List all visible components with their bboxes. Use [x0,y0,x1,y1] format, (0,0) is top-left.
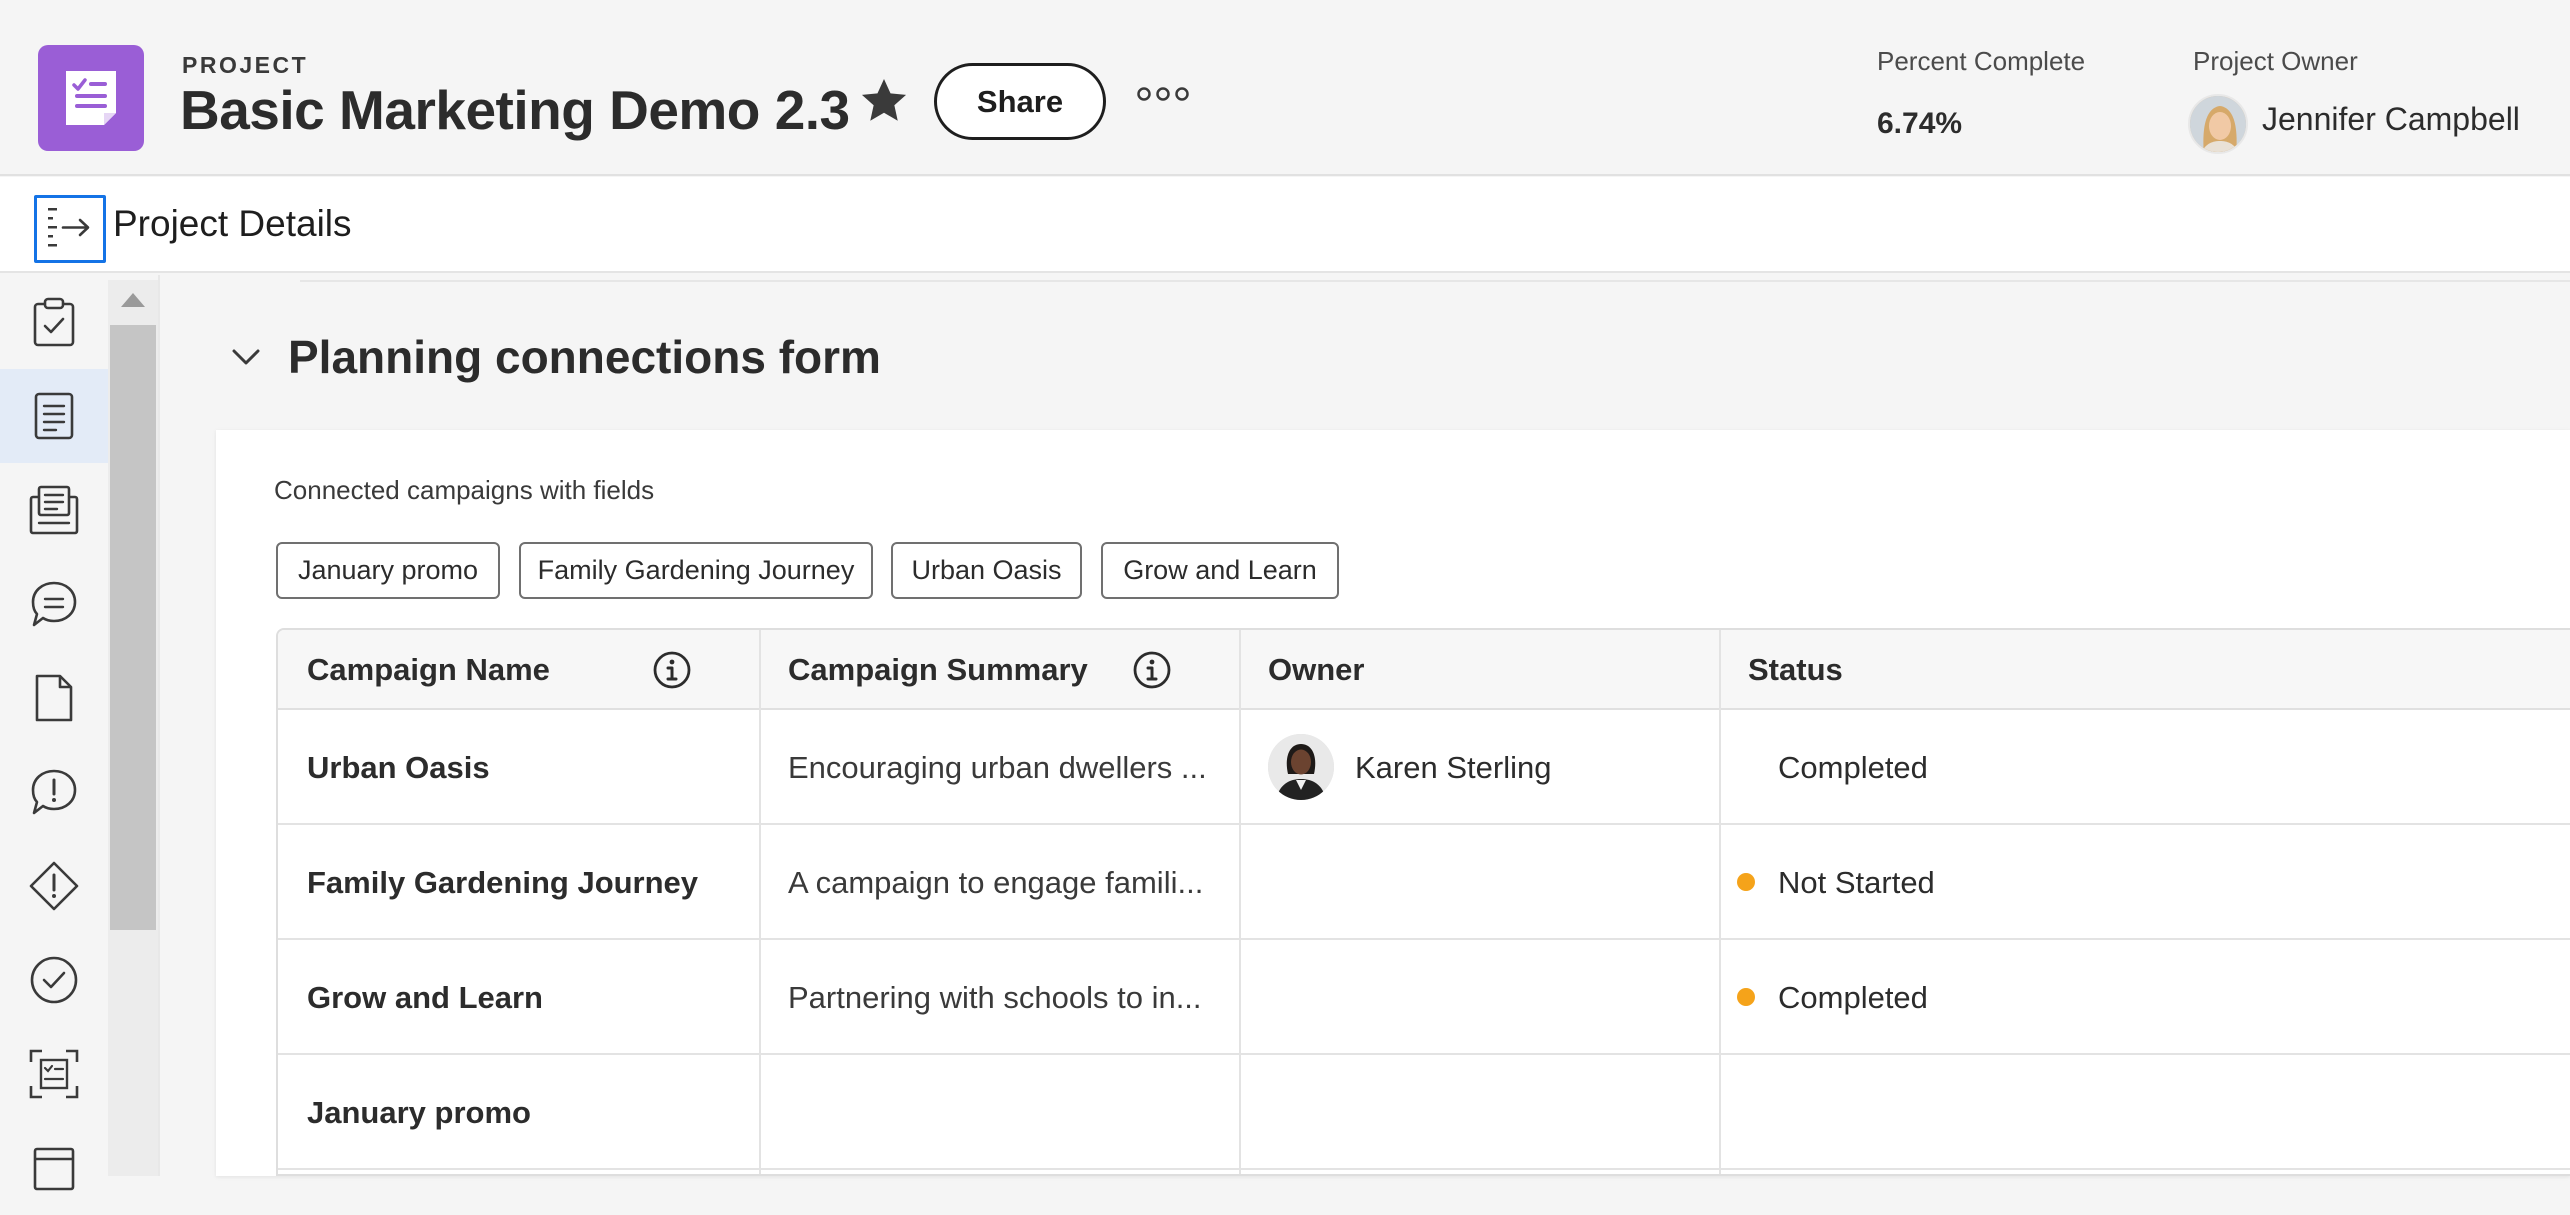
rail-item-risks[interactable] [0,839,108,933]
rail-item-issues[interactable] [0,745,108,839]
calendar-icon [33,1147,75,1191]
alert-bubble-icon [31,769,77,815]
check-circle-icon [30,956,78,1004]
details-bar [0,177,2570,273]
page-title: Basic Marketing Demo 2.3 [180,79,850,141]
owner-photo-icon [1268,734,1334,800]
campaign-summary-cell[interactable]: Partnering with schools to in... [788,940,1202,1055]
status-cell[interactable]: Not Started [1778,825,1935,940]
column-header-owner[interactable]: Owner [1268,630,1364,710]
rail-divider [158,275,160,1176]
column-divider [1239,630,1241,1174]
column-divider [759,630,761,1174]
rail-scroll-thumb[interactable] [110,325,156,930]
campaign-name-cell[interactable]: Grow and Learn [307,940,543,1055]
rail-item-details[interactable] [0,369,108,463]
collapse-panel-icon [48,208,90,247]
percent-complete-value: 6.74% [1877,107,1963,140]
star-icon[interactable] [857,74,911,128]
connected-campaigns-label: Connected campaigns with fields [274,475,655,505]
info-icon[interactable] [1132,650,1172,690]
status-dot [1737,988,1755,1006]
owner-cell[interactable]: Karen Sterling [1355,710,1551,825]
campaign-name-cell[interactable]: Urban Oasis [307,710,490,825]
details-title: Project Details [113,203,352,244]
rail-item-files[interactable] [0,651,108,745]
rail-item-approvals[interactable] [0,933,108,1027]
rail-item-updates[interactable] [0,557,108,651]
project-kicker: PROJECT [182,52,309,78]
chat-bubble-icon [31,581,77,627]
share-button[interactable]: Share [934,63,1106,140]
table-row[interactable]: Urban Oasis Encouraging urban dwellers .… [278,710,2570,825]
checklist-frame-icon [29,1049,79,1099]
section-divider [300,280,2570,282]
blank-document-icon [35,674,73,722]
avatar[interactable] [1268,734,1334,800]
project-icon [38,45,144,151]
campaign-name-cell[interactable]: Family Gardening Journey [307,825,698,940]
table-row[interactable]: January promo [278,1055,2570,1170]
info-icon[interactable] [652,650,692,690]
campaign-chip[interactable]: January promo [276,542,500,599]
more-options-icon[interactable] [1136,82,1190,106]
campaign-name-cell[interactable]: January promo [307,1055,531,1170]
scroll-up-icon[interactable] [120,290,146,308]
clipboard-check-icon [33,297,75,347]
section-title: Planning connections form [288,331,881,383]
avatar[interactable] [2188,94,2248,154]
rail-item-tasks[interactable] [0,275,108,369]
column-header-status[interactable]: Status [1748,630,1843,710]
diamond-alert-icon [29,861,79,911]
campaign-summary-cell[interactable]: Encouraging urban dwellers ... [788,710,1207,825]
project-owner-label: Project Owner [2193,46,2358,76]
column-divider [1719,630,1721,1174]
campaign-table: Campaign Name Campaign Summary Owner Sta… [276,628,2570,1176]
rail-item-documents[interactable] [0,463,108,557]
column-header-campaign-summary[interactable]: Campaign Summary [788,630,1088,710]
campaign-summary-cell[interactable]: A campaign to engage famili... [788,825,1203,940]
campaign-chip[interactable]: Urban Oasis [891,542,1082,599]
percent-complete-label: Percent Complete [1877,46,2086,76]
rail-item-more[interactable] [0,1121,108,1215]
stacked-documents-icon [29,485,79,535]
table-header: Campaign Name Campaign Summary Owner Sta… [278,630,2570,710]
table-row[interactable]: Family Gardening Journey A campaign to e… [278,825,2570,940]
chevron-down-icon[interactable] [228,342,264,372]
status-cell[interactable]: Completed [1778,940,1928,1055]
rail-item-checklists[interactable] [0,1027,108,1121]
project-owner-name[interactable]: Jennifer Campbell [2262,101,2520,138]
campaign-chip[interactable]: Grow and Learn [1101,542,1339,599]
status-cell[interactable]: Completed [1778,710,1928,825]
left-rail [0,275,108,1191]
panel-toggle-button[interactable] [34,195,106,263]
table-row[interactable]: Grow and Learn Partnering with schools t… [278,940,2570,1055]
column-header-campaign-name[interactable]: Campaign Name [307,630,550,710]
status-dot [1737,873,1755,891]
task-list-icon [66,71,116,125]
document-lines-icon [34,392,74,440]
campaign-chip[interactable]: Family Gardening Journey [519,542,873,599]
